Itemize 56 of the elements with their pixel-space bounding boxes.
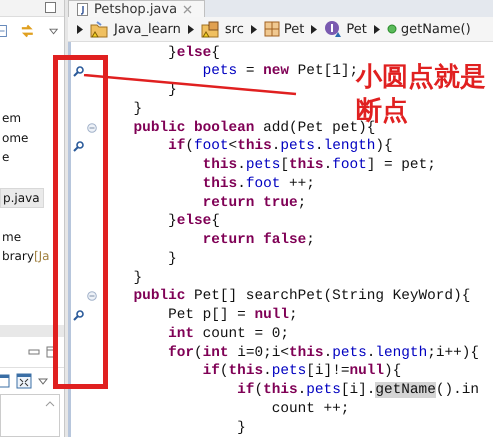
view-menu-icon[interactable] [38, 378, 48, 384]
code-line: } [132, 100, 142, 117]
breadcrumb-item[interactable]: Pet [284, 22, 304, 37]
minimize-icon[interactable] [28, 348, 40, 356]
code-line: return true; [202, 194, 306, 211]
fit-screen-icon[interactable] [16, 373, 32, 389]
fold-icon[interactable] [87, 122, 97, 133]
code-line: if(foot<this.pets.length){ [167, 138, 393, 154]
breakpoint-icon[interactable] [72, 310, 84, 321]
code-line: return false; [202, 232, 315, 248]
code-line: int count = 0; [167, 326, 289, 342]
code-line: this.pets[this.foot] = pet; [202, 157, 436, 174]
code-line: if(this.pets[i].getName().in [236, 382, 480, 398]
project-folder-icon [90, 20, 110, 38]
code-line: public Pet[] searchPet(String KeyWord){ [132, 288, 470, 304]
tree-item[interactable]: ome [0, 128, 64, 148]
annotation-text: 小圆点就是 [356, 61, 486, 94]
code-line: count ++; [270, 400, 350, 417]
breadcrumb-item[interactable]: getName() [400, 22, 471, 37]
package-icon [264, 21, 280, 38]
code-line: pets = new Pet[1]; [202, 63, 358, 80]
breadcrumb-item[interactable]: Pet [346, 22, 367, 37]
chevron-icon [311, 24, 318, 34]
code-line: } [236, 420, 246, 436]
code-line: Pet p[] = null; [167, 307, 298, 324]
tree-item[interactable]: e [0, 148, 64, 168]
code-line: } [132, 270, 142, 286]
code-line: } [167, 250, 177, 267]
method-icon [386, 24, 397, 34]
breakpoint-icon[interactable] [72, 66, 84, 77]
close-icon[interactable] [183, 4, 192, 14]
tree-item[interactable]: me [0, 228, 64, 247]
code-line: for(int i=0;i<this.pets.length;i++){ [167, 344, 480, 361]
code-line: if(this.pets[i]!=null){ [202, 363, 402, 380]
tree-item[interactable]: brary[Ja [0, 247, 64, 266]
tree-item[interactable]: em [0, 109, 64, 128]
chevron-icon [188, 24, 194, 34]
tree-item[interactable]: p.java [0, 188, 44, 208]
scroll-up-icon[interactable] [45, 401, 55, 407]
editor-tab[interactable]: Petshop.java [68, 0, 206, 17]
package-folder-icon [200, 20, 221, 38]
code-line: }else{ [167, 213, 220, 230]
breadcrumb-item[interactable]: Java_learn [114, 22, 181, 37]
chevron-icon [250, 24, 257, 34]
breadcrumb-item[interactable]: src [224, 22, 244, 37]
fold-icon[interactable] [87, 291, 97, 302]
collapse-icon[interactable] [0, 24, 8, 38]
chevron-icon [77, 24, 83, 34]
code-line: this.foot ++; [202, 176, 315, 192]
code-line: }else{ [167, 44, 220, 61]
breakpoint-icon[interactable] [72, 140, 84, 152]
view-menu-icon[interactable] [48, 28, 58, 34]
interface-icon [324, 20, 342, 38]
toolbar-icon[interactable] [0, 374, 10, 388]
chevron-icon [374, 24, 380, 34]
maximize-icon[interactable] [45, 2, 56, 13]
